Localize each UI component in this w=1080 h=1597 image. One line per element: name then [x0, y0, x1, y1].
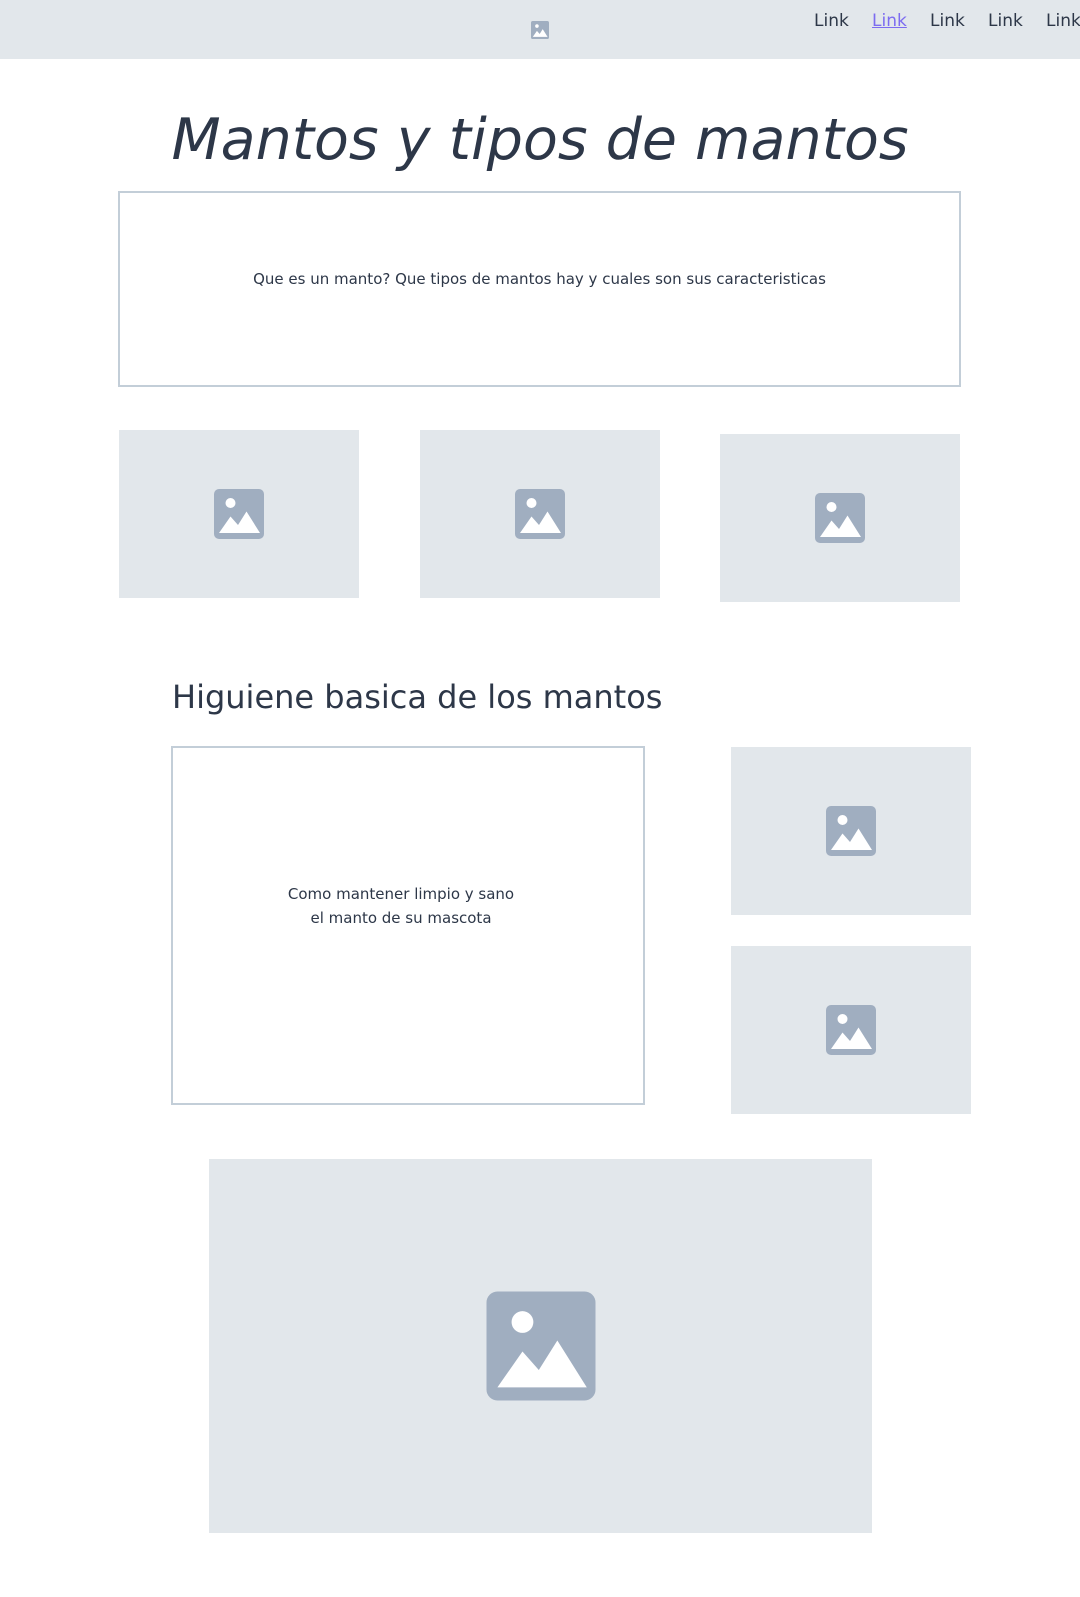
image-icon [214, 489, 264, 539]
nav-link-2-active[interactable]: Link [872, 10, 907, 32]
image-placeholder-1 [119, 430, 359, 598]
page-title: Mantos y tipos de mantos [171, 107, 909, 173]
logo-image-icon[interactable] [531, 21, 549, 39]
image-icon [486, 1291, 595, 1401]
image-icon [815, 493, 865, 543]
image-icon [515, 489, 565, 539]
hygiene-text-line-2: el manto de su mascota [310, 909, 492, 927]
large-image-placeholder [209, 1159, 872, 1533]
nav-link-3[interactable]: Link [930, 10, 965, 32]
image-icon [826, 806, 876, 856]
nav-link-1[interactable]: Link [814, 10, 849, 32]
image-icon [826, 1005, 876, 1055]
intro-text-box: Que es un manto? Que tipos de mantos hay… [118, 191, 961, 387]
intro-text: Que es un manto? Que tipos de mantos hay… [253, 270, 826, 288]
nav-link-5[interactable]: Link [1046, 10, 1080, 32]
hygiene-text-line-1: Como mantener limpio y sano [287, 885, 515, 903]
section-heading: Higuiene basica de los mantos [172, 678, 663, 716]
nav-link-4[interactable]: Link [988, 10, 1023, 32]
navbar: Link Link Link Link Link [0, 0, 1080, 59]
image-placeholder-4 [731, 747, 971, 915]
image-placeholder-2 [420, 430, 660, 598]
image-placeholder-3 [720, 434, 960, 602]
image-placeholder-5 [731, 946, 971, 1114]
hygiene-text-box: Como mantener limpio y sano el manto de … [171, 746, 645, 1105]
